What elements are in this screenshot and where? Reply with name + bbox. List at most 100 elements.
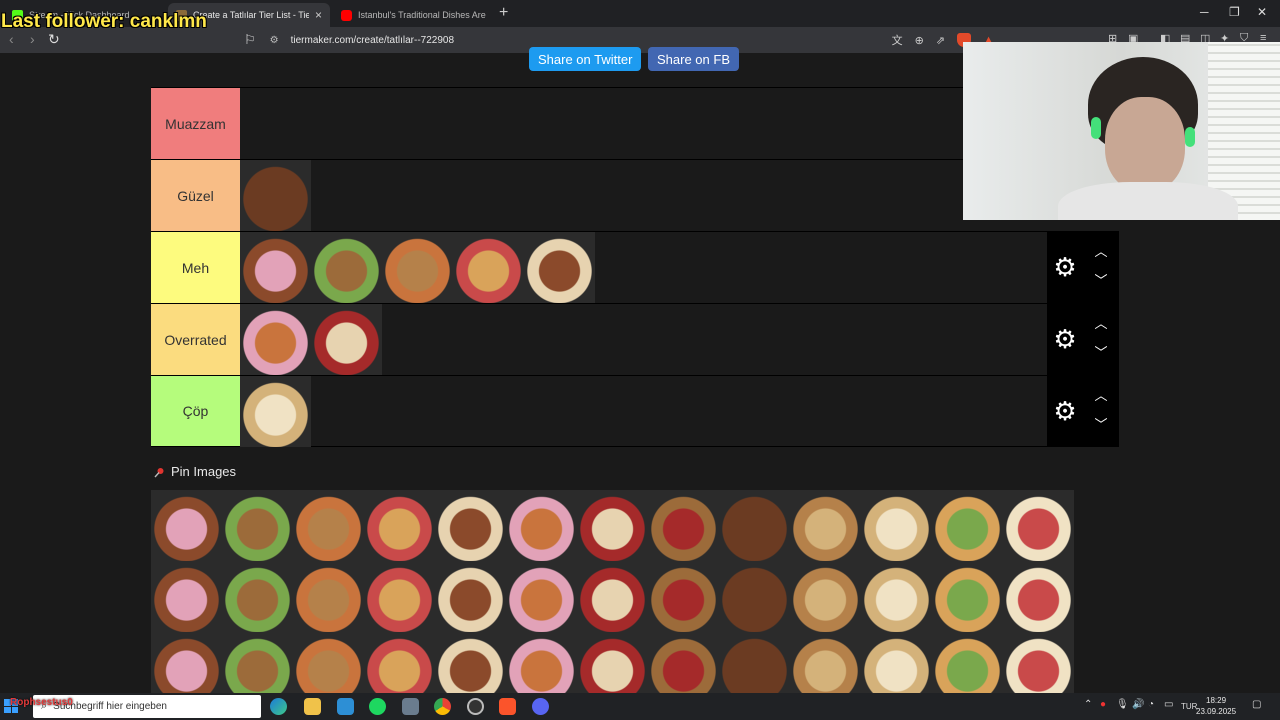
calculator-icon[interactable] [402, 698, 419, 715]
move-down-icon[interactable]: ﹀ [1093, 346, 1109, 360]
pool-food-image[interactable] [506, 490, 577, 561]
move-up-icon[interactable]: ︿ [1093, 317, 1109, 331]
site-info-icon[interactable]: ⚙ [270, 35, 279, 46]
tier-row: Çöp ⚙ ︿ ﹀ [151, 375, 1119, 447]
pool-food-image[interactable] [648, 490, 719, 561]
pool-food-image[interactable] [151, 490, 222, 561]
tier-label[interactable]: Meh [151, 232, 240, 303]
food-image[interactable] [240, 376, 311, 447]
food-image[interactable] [524, 232, 595, 303]
username-overlay: Rophsestus0 [10, 697, 73, 708]
pool-food-image[interactable] [151, 561, 222, 632]
food-image[interactable] [240, 304, 311, 375]
pool-food-image[interactable] [719, 490, 790, 561]
bookmark-icon[interactable]: ⚐ [244, 32, 256, 48]
tier-controls: ⚙ ︿ ﹀ [1047, 232, 1119, 303]
store-icon[interactable] [337, 698, 354, 715]
food-image[interactable] [240, 160, 311, 231]
minimize-button[interactable]: ─ [1200, 5, 1209, 19]
pool-food-image[interactable] [364, 561, 435, 632]
pool-food-image[interactable] [861, 490, 932, 561]
tab-youtube[interactable]: Istanbul's Traditional Dishes Are VEG [333, 3, 495, 27]
move-down-icon[interactable]: ﹀ [1093, 274, 1109, 288]
forward-icon[interactable]: › [30, 31, 35, 47]
pool-food-image[interactable] [435, 561, 506, 632]
gear-icon[interactable]: ⚙ [1052, 254, 1078, 280]
tier-items [240, 376, 1119, 447]
move-up-icon[interactable]: ︿ [1093, 245, 1109, 259]
tier-label[interactable]: Muazzam [151, 88, 240, 159]
food-image[interactable] [240, 232, 311, 303]
pushpin-icon [154, 466, 165, 478]
move-down-icon[interactable]: ﹀ [1093, 418, 1109, 432]
pool-food-image[interactable] [364, 490, 435, 561]
move-up-icon[interactable]: ︿ [1093, 389, 1109, 403]
network-icon[interactable]: ◔ [1148, 699, 1154, 710]
pool-food-image[interactable] [790, 490, 861, 561]
discord-icon[interactable] [532, 698, 549, 715]
pool-food-image[interactable] [293, 490, 364, 561]
close-tab-icon[interactable]: × [315, 8, 322, 22]
pool-food-image[interactable] [222, 561, 293, 632]
tab-title: Istanbul's Traditional Dishes Are VEG [358, 10, 487, 20]
reload-icon[interactable]: ↻ [48, 31, 60, 48]
food-image[interactable] [382, 232, 453, 303]
tier-row: Meh ⚙ ︿ ﹀ [151, 231, 1119, 303]
pin-images-toggle[interactable]: Pin Images [154, 464, 236, 479]
pool-food-image[interactable] [648, 561, 719, 632]
battery-icon[interactable]: ▭ [1164, 699, 1173, 710]
pool-food-image[interactable] [790, 561, 861, 632]
obs-icon[interactable] [467, 698, 484, 715]
tier-label[interactable]: Çöp [151, 376, 240, 446]
pool-food-image[interactable] [293, 561, 364, 632]
tier-row: Overrated ⚙ ︿ ﹀ [151, 303, 1119, 375]
new-tab-button[interactable]: + [499, 4, 508, 22]
file-explorer-icon[interactable] [304, 698, 321, 715]
food-image[interactable] [453, 232, 524, 303]
clock-time: 18:29 [1206, 696, 1227, 705]
language-indicator[interactable]: TUR [1181, 702, 1197, 711]
share-page-icon[interactable]: ⇗ [936, 34, 945, 47]
last-follower-overlay: Last follower: canklmn [1, 11, 207, 32]
notification-icon[interactable]: ▢ [1252, 699, 1261, 710]
back-icon[interactable]: ‹ [9, 31, 14, 47]
url-text[interactable]: tiermaker.com/create/tatlılar--722908 [291, 35, 454, 46]
translate-icon[interactable]: 文 [892, 32, 903, 48]
microphone-icon[interactable]: 🎙 [1116, 699, 1129, 710]
headset-icon [1091, 117, 1101, 139]
food-image[interactable] [311, 304, 382, 375]
tray-app-icon[interactable]: ● [1100, 699, 1106, 710]
close-window-button[interactable]: ✕ [1257, 5, 1267, 19]
tier-controls: ⚙ ︿ ﹀ [1047, 376, 1119, 446]
gear-icon[interactable]: ⚙ [1052, 326, 1078, 352]
share-twitter-button[interactable]: Share on Twitter [529, 47, 642, 71]
pool-food-image[interactable] [506, 561, 577, 632]
clock[interactable]: 18:29 23.09.2025 [1196, 695, 1236, 717]
pool-food-image[interactable] [435, 490, 506, 561]
edge-icon[interactable] [270, 698, 287, 715]
food-image[interactable] [311, 232, 382, 303]
zoom-icon[interactable]: ⊕ [915, 34, 924, 47]
tier-items [240, 304, 1119, 375]
volume-icon[interactable]: 🔊 [1132, 699, 1144, 710]
pool-food-image[interactable] [577, 561, 648, 632]
pool-food-image[interactable] [932, 490, 1003, 561]
tray-chevron-icon[interactable]: ⌃ [1084, 699, 1092, 710]
pool-food-image[interactable] [719, 561, 790, 632]
pool-food-image[interactable] [1003, 490, 1074, 561]
chrome-icon[interactable] [434, 698, 451, 715]
pool-food-image[interactable] [577, 490, 648, 561]
spotify-icon[interactable] [369, 698, 386, 715]
brave-icon[interactable] [499, 698, 516, 715]
taskbar: ⌕ Suchbegriff hier eingeben ⌃ ● 🎙 🔊 ◔ ▭ … [0, 693, 1280, 720]
pool-food-image[interactable] [222, 490, 293, 561]
tier-label[interactable]: Güzel [151, 160, 240, 231]
pool-food-image[interactable] [861, 561, 932, 632]
gear-icon[interactable]: ⚙ [1052, 398, 1078, 424]
restore-button[interactable]: ❐ [1229, 5, 1240, 19]
pool-food-image[interactable] [1003, 561, 1074, 632]
pool-food-image[interactable] [932, 561, 1003, 632]
share-facebook-button[interactable]: Share on FB [648, 47, 739, 71]
tier-controls: ⚙ ︿ ﹀ [1047, 304, 1119, 375]
tier-label[interactable]: Overrated [151, 304, 240, 375]
